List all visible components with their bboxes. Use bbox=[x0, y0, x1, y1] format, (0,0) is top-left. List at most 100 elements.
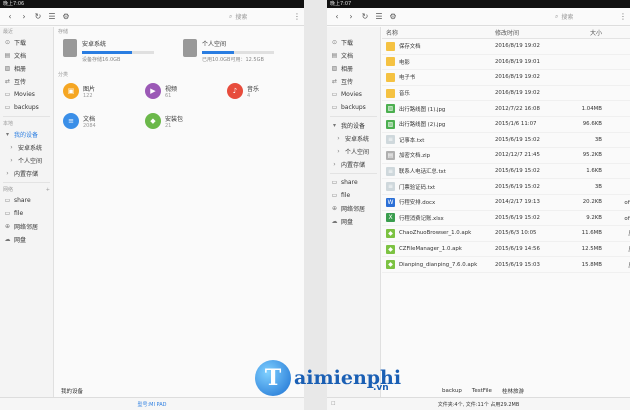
category-documents[interactable]: ≡ 文档 2084 bbox=[63, 113, 96, 129]
refresh-icon[interactable]: ↻ bbox=[31, 10, 45, 24]
file-row[interactable]: ◆ ChaoZhuoBrowser_1.0.apk 2015/6/3 10:05 11… bbox=[382, 226, 630, 242]
sidebar-item-movies[interactable]: ▭ Movies bbox=[0, 88, 53, 101]
file-row[interactable]: 音乐 2016/8/19 19:02 文件夹 bbox=[382, 86, 630, 102]
search-input[interactable]: ⌕ 搜索 bbox=[229, 12, 293, 22]
sidebar-item-share[interactable]: ▭ share bbox=[327, 176, 380, 189]
file-row[interactable]: 电子书 2016/8/19 19:02 文件夹 bbox=[382, 70, 630, 86]
checkbox-icon[interactable]: ☐ bbox=[331, 401, 335, 407]
file-name-cell: ▨ 出行路线图 (2).jpg bbox=[386, 117, 496, 132]
music-icon: ♪ bbox=[227, 83, 243, 99]
sidebar-item[interactable]: ⊙ 下载 bbox=[0, 36, 53, 49]
cloud-icon: ☁ bbox=[331, 218, 338, 225]
sidebar-item[interactable]: ▨ 相册 bbox=[0, 62, 53, 75]
file-row[interactable]: ◆ CZFileManager_1.0.apk 2015/6/19 14:56 12.… bbox=[382, 242, 630, 258]
download-icon: ⊙ bbox=[331, 39, 338, 46]
sidebar-item-my-device[interactable]: ▾ 我的设备 bbox=[0, 128, 53, 141]
file-name: CZFileManager_1.0.apk bbox=[399, 246, 462, 253]
sidebar-item[interactable]: ☁ 网盘 bbox=[0, 233, 53, 246]
file-row[interactable]: 保存文档 2016/8/19 19:02 文件夹 bbox=[382, 39, 630, 55]
path-segment[interactable]: backup bbox=[442, 388, 462, 394]
file-row[interactable]: ▤ 加密文档.zip 2012/12/7 21:45 95.2KB 压缩包 bbox=[382, 148, 630, 164]
image-icon: ▣ bbox=[63, 83, 79, 99]
sidebar-item-internal-storage[interactable]: › 内置存储 bbox=[0, 167, 53, 180]
sidebar-item-android-system[interactable]: › 安卓系统 bbox=[327, 132, 380, 145]
storage-card[interactable]: 个人空间 已用10.0GB可用：12.5GB bbox=[183, 39, 274, 63]
home-content: 存储 安卓系统 设备存储16.0GB 个人空间 已用10.0GB可用：12.5GB 分… bbox=[55, 27, 304, 384]
sidebar-item-internal-storage[interactable]: › 内置存储 bbox=[327, 158, 380, 171]
back-arrow-icon[interactable]: ‹ bbox=[3, 10, 17, 24]
file-row[interactable]: ▨ 出行路线图 (2).jpg 2015/1/6 11:07 96.6KB 图片 bbox=[382, 117, 630, 133]
path-segment[interactable]: 桂林旅游 bbox=[502, 387, 524, 395]
sidebar-item-label: 文档 bbox=[14, 53, 27, 60]
file-row[interactable]: ≡ 门票验证码.txt 2015/6/19 15:02 3B 文本 bbox=[382, 179, 630, 195]
sidebar-item[interactable]: ▤ 文档 bbox=[0, 49, 53, 62]
storage-usage-bar bbox=[82, 51, 154, 54]
sidebar-item[interactable]: ▤ 文档 bbox=[327, 49, 380, 62]
logo-ball: T bbox=[255, 360, 291, 396]
category-videos[interactable]: ▶ 视频 61 bbox=[145, 83, 177, 99]
column-header-name[interactable]: 名称 bbox=[386, 27, 496, 38]
column-header-size[interactable]: 大小 bbox=[562, 27, 602, 38]
list-view-icon[interactable]: ☰ bbox=[45, 10, 59, 24]
file-row[interactable]: W 行程安排.docx 2014/2/17 19:13 20.2KB office文件 bbox=[382, 195, 630, 211]
sidebar-item-file[interactable]: ▭ file bbox=[327, 189, 380, 202]
column-header-date[interactable]: 修改时间 bbox=[495, 27, 555, 38]
file-row[interactable]: ◆ Dianping_dianping_7.6.0.apk 2015/6/19 15… bbox=[382, 257, 630, 273]
sidebar-item-personal-space[interactable]: › 个人空间 bbox=[0, 154, 53, 167]
file-row[interactable]: ▨ 出行路线图 (1).jpg 2012/7/22 16:08 1.04MB 图片 bbox=[382, 101, 630, 117]
path-current[interactable]: 我的设备 bbox=[61, 387, 83, 395]
forward-arrow-icon[interactable]: › bbox=[344, 10, 358, 24]
sidebar-item-movies[interactable]: ▭ Movies bbox=[327, 88, 380, 101]
search-input[interactable]: ⌕ 搜索 bbox=[555, 12, 619, 22]
file-row[interactable]: 电影 2016/8/19 19:01 文件夹 bbox=[382, 55, 630, 71]
sidebar-item-label: 互传 bbox=[14, 79, 27, 86]
file-row[interactable]: ≡ 记事本.txt 2015/6/19 15:02 3B 文本 bbox=[382, 133, 630, 149]
gear-icon[interactable]: ⚙ bbox=[386, 10, 400, 24]
sidebar-item-android-system[interactable]: › 安卓系统 bbox=[0, 141, 53, 154]
sidebar-item-personal-space[interactable]: › 个人空间 bbox=[327, 145, 380, 158]
sidebar-item-my-device[interactable]: ▾ 我的设备 bbox=[327, 119, 380, 132]
list-view-icon[interactable]: ☰ bbox=[372, 10, 386, 24]
sidebar-item[interactable]: ⊕ 网络邻居 bbox=[0, 220, 53, 233]
sidebar-item[interactable]: ⇄ 互传 bbox=[0, 75, 53, 88]
monitor-icon: ▭ bbox=[4, 197, 11, 204]
more-menu-icon[interactable]: ⋮ bbox=[619, 12, 627, 21]
caret-down-icon: ▾ bbox=[5, 131, 9, 138]
category-images[interactable]: ▣ 图片 122 bbox=[63, 83, 95, 99]
sidebar-item-label: Movies bbox=[341, 91, 362, 98]
download-icon: ⊙ bbox=[4, 39, 11, 46]
transfer-icon: ⇄ bbox=[331, 78, 338, 85]
sidebar-item-file[interactable]: ▭ file bbox=[0, 207, 53, 220]
column-header-type[interactable]: 类型 bbox=[606, 27, 630, 38]
sidebar-item[interactable]: ⊕ 网络邻居 bbox=[327, 202, 380, 215]
file-row[interactable]: ≡ 联系人电话汇总.txt 2015/6/19 15:02 1.6KB 文本 bbox=[382, 164, 630, 180]
sidebar-item-share[interactable]: ▭ share bbox=[0, 194, 53, 207]
file-name: 保存文档 bbox=[399, 44, 421, 51]
back-arrow-icon[interactable]: ‹ bbox=[330, 10, 344, 24]
text-file-icon: ≡ bbox=[386, 135, 395, 145]
category-music[interactable]: ♪ 音乐 4 bbox=[227, 83, 259, 99]
path-segment[interactable]: TestFile bbox=[472, 388, 492, 394]
category-apks[interactable]: ◆ 安装包 21 bbox=[145, 113, 183, 129]
file-row[interactable]: X 行程消费记账.xlsx 2015/6/19 15:02 9.2KB office文件 bbox=[382, 211, 630, 227]
forward-arrow-icon[interactable]: › bbox=[17, 10, 31, 24]
more-menu-icon[interactable]: ⋮ bbox=[293, 12, 301, 21]
file-size bbox=[562, 86, 602, 101]
sidebar-item-backups[interactable]: ▭ backups bbox=[327, 101, 380, 114]
storage-usage-bar bbox=[202, 51, 274, 54]
add-icon[interactable]: + bbox=[46, 187, 50, 193]
sidebar-item[interactable]: ▨ 相册 bbox=[327, 62, 380, 75]
file-date: 2015/6/3 10:05 bbox=[495, 230, 537, 237]
sidebar-item[interactable]: ⊙ 下载 bbox=[327, 36, 380, 49]
gear-icon[interactable]: ⚙ bbox=[59, 10, 73, 24]
file-size bbox=[562, 39, 602, 54]
document-icon: ≡ bbox=[63, 113, 79, 129]
sidebar-item[interactable]: ⇄ 互传 bbox=[327, 75, 380, 88]
caret-right-icon: › bbox=[6, 170, 9, 177]
sidebar-item[interactable]: ☁ 网盘 bbox=[327, 215, 380, 228]
storage-card[interactable]: 安卓系统 设备存储16.0GB bbox=[63, 39, 154, 63]
refresh-icon[interactable]: ↻ bbox=[358, 10, 372, 24]
sidebar-item-backups[interactable]: ▭ backups bbox=[0, 101, 53, 114]
category-name: 视频 bbox=[165, 85, 178, 93]
search-icon: ⌕ bbox=[229, 12, 233, 20]
